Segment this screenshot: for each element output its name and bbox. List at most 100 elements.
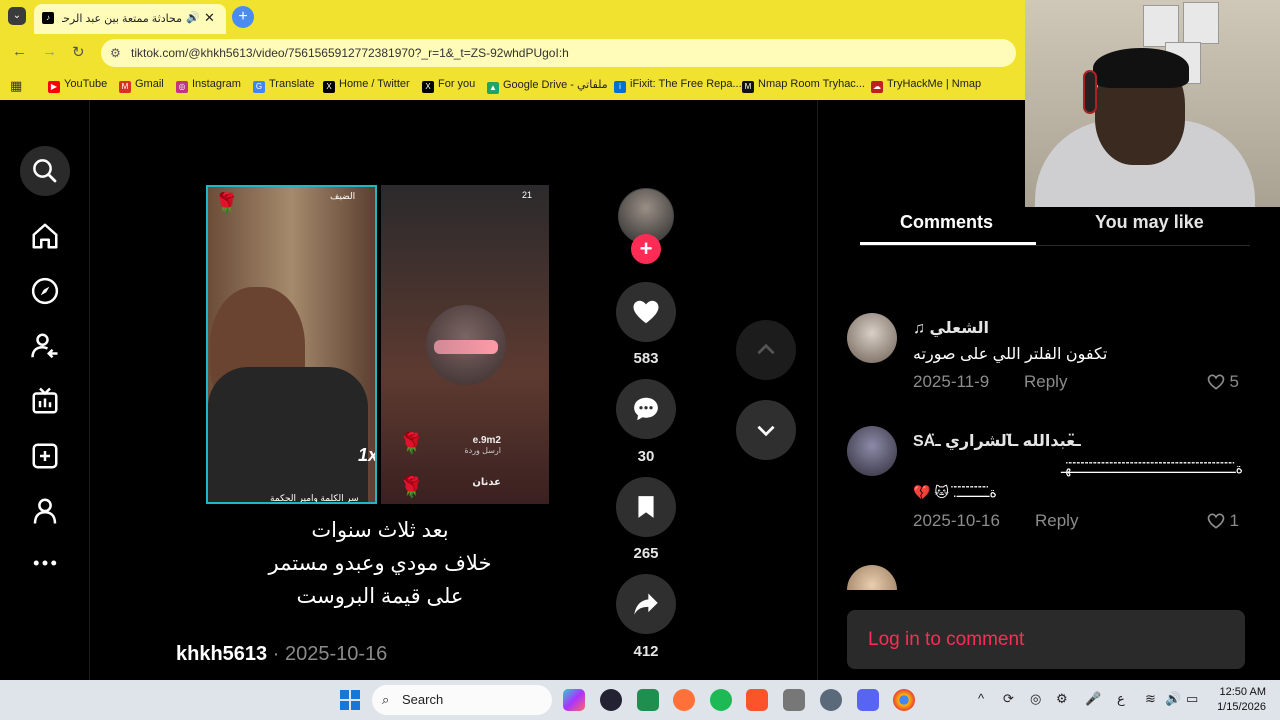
search-icon [33, 159, 57, 183]
obs-icon[interactable] [600, 689, 622, 711]
back-button[interactable]: ← [12, 43, 27, 60]
steam-icon[interactable]: ⚙ [1056, 691, 1068, 707]
bookmark-youtube[interactable]: ▶ YouTube [48, 78, 107, 93]
settings-gear-icon[interactable] [820, 689, 842, 711]
nav-explore[interactable] [20, 266, 70, 316]
forward-button[interactable]: → [42, 43, 57, 60]
nav-live[interactable] [20, 376, 70, 426]
reply-button[interactable]: Reply [1024, 372, 1067, 392]
site-settings-icon[interactable]: ⚙ [110, 39, 121, 67]
windows-start-icon[interactable] [340, 690, 360, 710]
tab-comments[interactable]: Comments [900, 212, 993, 233]
share-button[interactable] [616, 574, 676, 634]
more-dots-icon [33, 560, 57, 566]
previous-video-button[interactable] [736, 320, 796, 380]
comment-like-button[interactable]: 5 [1206, 372, 1239, 392]
whatsapp-icon[interactable] [637, 689, 659, 711]
sync-icon[interactable]: ⟳ [1003, 691, 1014, 707]
apps-grid-icon[interactable]: ▦ [10, 78, 22, 94]
nav-following[interactable] [20, 321, 70, 371]
bookmark-google-drive[interactable]: ▲ Google Drive - ملفاتي [487, 78, 608, 94]
bookmark-tryhackme-nmap[interactable]: ☁ TryHackMe | Nmap [871, 78, 981, 93]
brave-icon[interactable] [746, 689, 768, 711]
chrome-icon[interactable] [893, 689, 915, 711]
volume-icon[interactable]: 🔊 [1165, 691, 1181, 707]
host-body-image [208, 367, 368, 502]
bookmark-for-you[interactable]: X For you [422, 78, 475, 93]
search-button[interactable] [20, 146, 70, 196]
bookmark-twitter-home[interactable]: X Home / Twitter [323, 78, 410, 93]
video-caption: بعد ثلاث سنوات خلاف مودي وعبدو مستمر على… [220, 514, 540, 613]
chevron-up-icon[interactable]: ^ [978, 691, 984, 706]
taskbar-search-label: Search [402, 692, 444, 707]
nav-more[interactable] [20, 538, 70, 588]
tab-search-button[interactable]: ⌄ [8, 7, 26, 25]
taskbar-search[interactable]: ⌕ Search [372, 685, 552, 715]
panel-tabs: Comments You may like [860, 204, 1250, 246]
nav-profile[interactable] [20, 486, 70, 536]
new-tab-button[interactable]: + [232, 6, 254, 28]
commenter-name[interactable]: الشعلي ♫ [913, 318, 989, 338]
heart-icon [633, 300, 659, 324]
follow-plus-button[interactable]: + [631, 234, 661, 264]
firefox-icon[interactable] [673, 689, 695, 711]
bookmarks-bar: ▦ ▶ YouTube M Gmail ◎ Instagram G Translate … [0, 72, 1025, 100]
video-player[interactable]: 🌹 الضيف 1x سر الكلمة وامير الحكمة 21 🌹 🌹… [206, 185, 549, 504]
wifi-icon[interactable]: ≋ [1145, 691, 1156, 707]
comment-count: 30 [637, 448, 655, 465]
reply-button[interactable]: Reply [1035, 511, 1078, 531]
battery-icon[interactable]: ▭ [1186, 691, 1198, 707]
nav-home[interactable] [20, 211, 70, 261]
bookmark-nmap-room[interactable]: M Nmap Room Tryhac... [742, 78, 865, 93]
address-bar[interactable]: ⚙ tiktok.com/@khkh5613/video/75615659127… [101, 39, 1016, 67]
next-video-button[interactable] [736, 400, 796, 460]
commenter-avatar[interactable] [847, 313, 897, 363]
input-language[interactable]: ع [1117, 691, 1125, 707]
home-icon [32, 223, 58, 249]
save-button[interactable] [616, 477, 676, 537]
browser-tab-active[interactable]: ♪ محادثة ممتعة بين عبد الرحمن 🔊 ✕ [34, 4, 226, 34]
comment-item: ـ̈عبدالله ـ̈الشراري ـ̈SA ة̈ـ̈ـ̈ـ̈ـ̈ـ̈ـ̈ـ… [847, 426, 1247, 536]
comment-like-button[interactable]: 1 [1206, 511, 1239, 531]
login-to-comment-button[interactable]: Log in to comment [847, 610, 1245, 669]
app-icon[interactable] [783, 689, 805, 711]
taskbar-clock[interactable]: 12:50 AM 1/15/2026 [1210, 685, 1266, 715]
host-bottom-label: سر الكلمة وامير الحكمة [270, 493, 359, 503]
bookmark-icon [638, 496, 654, 518]
rose-icon: 🌹 [214, 193, 239, 215]
guest-label: الضيف [330, 191, 356, 201]
comment-button[interactable] [616, 379, 676, 439]
tryhackme-icon: ☁ [871, 81, 883, 93]
nav-upload[interactable] [20, 431, 70, 481]
tray-app-icon[interactable]: ◎ [1030, 691, 1041, 707]
copilot-icon[interactable] [563, 689, 585, 711]
discord-icon[interactable] [857, 689, 879, 711]
commenter-avatar[interactable] [847, 426, 897, 476]
heart-outline-icon [1207, 374, 1224, 390]
translate-icon: G [253, 81, 265, 93]
tab-title: محادثة ممتعة بين عبد الرحمن [62, 13, 182, 25]
spotify-icon[interactable] [710, 689, 732, 711]
profile-icon [33, 498, 57, 524]
microphone-icon[interactable]: 🎤 [1085, 691, 1101, 707]
bookmark-ifixit[interactable]: i iFixit: The Free Repa... [614, 78, 742, 93]
live-tv-icon [32, 387, 58, 414]
save-count: 265 [633, 545, 659, 562]
commenter-name[interactable]: ـ̈عبدالله ـ̈الشراري ـ̈SA [913, 431, 1081, 451]
bookmark-instagram[interactable]: ◎ Instagram [176, 78, 241, 93]
like-button[interactable] [616, 282, 676, 342]
tab-you-may-like[interactable]: You may like [1095, 212, 1204, 233]
comment-bubble-icon [634, 397, 658, 421]
speaker-icon[interactable]: 🔊 [186, 11, 200, 24]
reload-button[interactable]: ↻ [72, 43, 85, 61]
bookmark-gmail[interactable]: M Gmail [119, 78, 164, 93]
comment-text: تكفون الفلتر اللي على صورته [913, 346, 1108, 363]
author-username[interactable]: khkh5613 [176, 643, 267, 665]
headset-image [1083, 70, 1097, 114]
glasses-image [434, 340, 498, 354]
wall-poster-image [1143, 5, 1179, 47]
close-tab-icon[interactable]: ✕ [204, 10, 215, 26]
share-count: 412 [633, 643, 659, 660]
bookmark-translate[interactable]: G Translate [253, 78, 314, 93]
heart-outline-icon [1207, 513, 1224, 529]
